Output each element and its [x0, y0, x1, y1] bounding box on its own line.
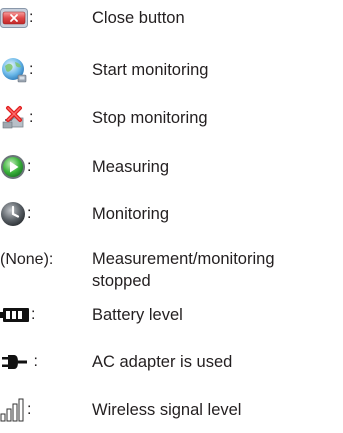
- item-label: Measurement/monitoring stopped: [92, 246, 275, 292]
- ac-plug-icon: [0, 353, 28, 371]
- item-label: Close button: [92, 9, 185, 27]
- battery-icon: [0, 306, 30, 324]
- item-label: Start monitoring: [92, 61, 209, 79]
- item-label-line1: Measurement/monitoring: [92, 250, 275, 268]
- measuring-play-icon: [0, 154, 26, 180]
- wireless-signal-icon: [0, 398, 26, 422]
- item-label: Measuring: [92, 158, 170, 176]
- stop-monitoring-icon: [0, 104, 28, 132]
- colon: :: [27, 401, 32, 418]
- item-label: Battery level: [92, 306, 183, 324]
- close-button-icon: [0, 8, 28, 28]
- monitoring-clock-icon: [0, 201, 26, 227]
- colon: :: [27, 158, 32, 175]
- colon: :: [29, 9, 34, 26]
- item-label: Monitoring: [92, 205, 170, 223]
- item-label-line2: stopped: [92, 272, 151, 290]
- colon: :: [27, 205, 32, 222]
- colon: :: [29, 61, 34, 78]
- item-label: AC adapter is used: [92, 353, 233, 371]
- item-label: Stop monitoring: [92, 109, 208, 127]
- item-label: Wireless signal level: [92, 401, 242, 419]
- colon: :: [31, 306, 36, 323]
- colon: :: [29, 353, 38, 370]
- none-label: (None):: [0, 251, 54, 268]
- globe-start-monitoring-icon: [0, 56, 28, 84]
- colon: :: [29, 109, 34, 126]
